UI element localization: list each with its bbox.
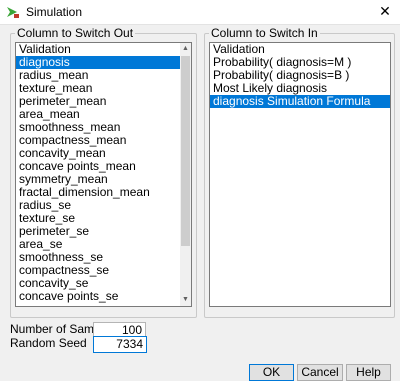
switch-out-list[interactable]: Validation diagnosis radius_mean texture_me… — [15, 42, 192, 307]
switch-in-list-item[interactable]: diagnosis Simulation Formula — [210, 95, 390, 108]
jmp-app-icon — [7, 7, 19, 18]
switch-in-legend: Column to Switch In — [211, 26, 318, 40]
seed-input[interactable]: 7334 — [93, 336, 147, 353]
scroll-up-icon[interactable]: ▲ — [180, 43, 191, 55]
switch-out-list-item[interactable]: concave points_se — [16, 290, 191, 303]
cancel-button[interactable]: Cancel — [297, 364, 343, 381]
window-title: Simulation — [26, 5, 83, 19]
help-button[interactable]: Help — [346, 364, 391, 381]
switch-out-scrollbar[interactable]: ▲ ▼ — [180, 43, 191, 306]
scroll-down-icon[interactable]: ▼ — [180, 294, 191, 306]
switch-in-list[interactable]: Validation Probability( diagnosis=M ) Prob… — [209, 42, 391, 307]
scroll-thumb[interactable] — [181, 56, 190, 246]
ok-button[interactable]: OK — [249, 364, 294, 381]
seed-label: Random Seed — [10, 336, 87, 350]
close-icon[interactable]: ✕ — [370, 0, 400, 24]
title-bar: Simulation ✕ — [0, 0, 400, 25]
samples-input[interactable]: 100 — [93, 322, 146, 337]
switch-out-legend: Column to Switch Out — [17, 26, 134, 40]
